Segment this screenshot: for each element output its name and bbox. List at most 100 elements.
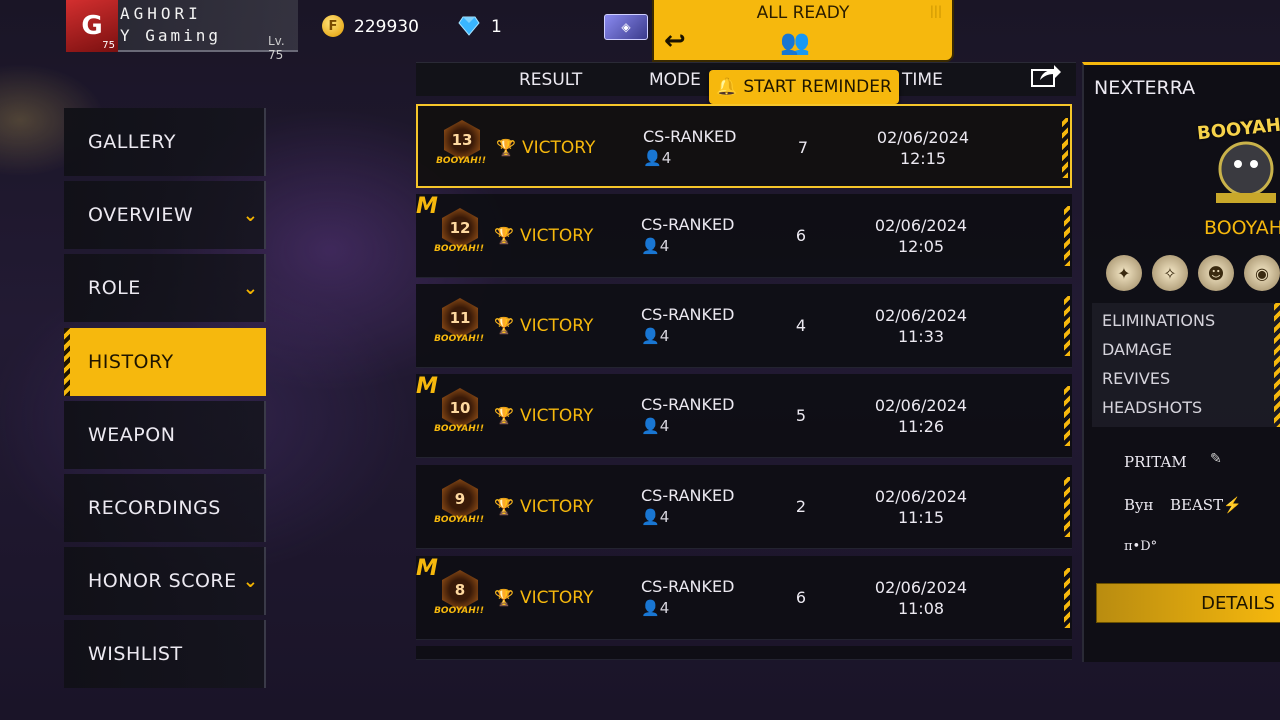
sidebar-item-label: GALLERY: [88, 131, 176, 153]
table-row[interactable]: M 10 BOOYAH!! 🏆 VICTORY CS-RANKED 👤4 5 0…: [416, 374, 1072, 458]
player-count-value: 4: [659, 508, 670, 526]
sidebar-item-label: OVERVIEW: [88, 204, 194, 226]
return-icon[interactable]: ↩: [664, 26, 686, 56]
match-date: 02/06/2024: [874, 216, 968, 235]
teammate-name[interactable]: BEAST⚡: [1170, 496, 1242, 514]
honor-medal-icon[interactable]: ✦: [1106, 255, 1142, 291]
sidebar-item-label: RECORDINGS: [88, 497, 221, 519]
honor-medal-icon[interactable]: ✧: [1152, 255, 1188, 291]
match-time: 11:08: [897, 599, 945, 618]
rank-medal: 8 BOOYAH!!: [430, 570, 488, 624]
player-count: 👤4: [641, 508, 669, 526]
details-label: DETAILS: [1201, 592, 1275, 614]
rank-number: 10: [442, 388, 478, 428]
row-stripe: [1064, 477, 1070, 537]
kill-count: 4: [795, 316, 807, 335]
person-icon: 👤: [641, 417, 660, 435]
table-row[interactable]: 9 BOOYAH!! 🏆 VICTORY CS-RANKED 👤4 2 02/0…: [416, 465, 1072, 549]
sidebar-item-overview[interactable]: OVERVIEW ⌄: [64, 181, 266, 249]
sidebar-item-gallery[interactable]: GALLERY: [64, 108, 266, 176]
all-ready-button[interactable]: ALL READY ↩ 👥 |||: [652, 0, 954, 62]
rank-badge-letter: G: [81, 11, 103, 41]
match-result-label: BOOYAH: [1204, 217, 1280, 239]
grip-icon: |||: [929, 4, 942, 18]
sidebar-item-role[interactable]: ROLE ⌄: [64, 254, 266, 322]
top-bar: G 75 AGHORI Y Gaming Lv. 75 F 229930 1 ◈…: [0, 0, 1280, 62]
match-mode: CS-RANKED: [641, 395, 735, 414]
squad-icon: 👥: [780, 28, 810, 56]
table-row-partial: [416, 646, 1072, 660]
honor-medal-icon[interactable]: ◉: [1244, 255, 1280, 291]
booyah-caption: BOOYAH!!: [434, 606, 484, 616]
kill-count: 5: [795, 406, 807, 425]
rank-number: 13: [444, 120, 480, 160]
start-reminder-label: START REMINDER: [743, 77, 892, 97]
gold-coin-icon: F: [322, 15, 344, 37]
teammate-name[interactable]: Byн: [1124, 496, 1154, 514]
rank-medal: 11 BOOYAH!!: [430, 298, 488, 352]
sidebar-item-wishlist[interactable]: WISHLIST: [64, 620, 266, 688]
person-icon: 👤: [641, 599, 660, 617]
membership-card-icon[interactable]: ◈: [604, 14, 648, 40]
share-icon[interactable]: [1030, 62, 1064, 90]
stats-stripe: [1274, 303, 1280, 427]
match-mode: CS-RANKED: [641, 577, 735, 596]
kill-count: 6: [795, 226, 807, 245]
start-reminder-button[interactable]: 🔔 START REMINDER: [709, 70, 899, 104]
match-date: 02/06/2024: [874, 396, 968, 415]
rank-number: 12: [442, 208, 478, 248]
header-result: RESULT: [519, 70, 583, 90]
stat-revives: REVIVES: [1102, 369, 1171, 388]
player-profile[interactable]: G 75 AGHORI Y Gaming Lv. 75: [66, 0, 298, 62]
match-result: VICTORY: [520, 406, 594, 426]
player-name-line1: AGHORI: [120, 4, 202, 23]
sidebar-item-recordings[interactable]: RECORDINGS: [64, 474, 266, 542]
teammate-name[interactable]: π•D°: [1124, 539, 1157, 554]
person-icon: 👤: [641, 327, 660, 345]
match-time: 11:15: [897, 508, 945, 527]
sidebar-item-label: HISTORY: [88, 351, 174, 373]
match-time: 12:05: [897, 237, 945, 256]
match-result: VICTORY: [520, 497, 594, 517]
match-date: 02/06/2024: [874, 578, 968, 597]
player-count: 👤4: [641, 327, 669, 345]
rank-badge-level: 75: [102, 40, 115, 51]
booyah-caption: BOOYAH!!: [434, 334, 484, 344]
row-stripe: [1064, 568, 1070, 628]
sidebar-item-weapon[interactable]: WEAPON: [64, 401, 266, 469]
stats-list: ELIMINATIONS DAMAGE REVIVES HEADSHOTS: [1092, 303, 1280, 427]
rank-medal: 9 BOOYAH!!: [430, 479, 488, 533]
player-count: 👤4: [643, 149, 671, 167]
trophy-icon: 🏆: [494, 497, 514, 516]
sidebar-item-history[interactable]: HISTORY: [64, 328, 266, 396]
match-date: 02/06/2024: [874, 487, 968, 506]
honor-medal-icon[interactable]: ☻: [1198, 255, 1234, 291]
rank-medal: 13 BOOYAH!!: [432, 120, 490, 174]
match-time: 11:33: [897, 327, 945, 346]
kill-count: 2: [795, 497, 807, 516]
rank-medal: 10 BOOYAH!!: [430, 388, 488, 442]
table-row[interactable]: M 12 BOOYAH!! 🏆 VICTORY CS-RANKED 👤4 6 0…: [416, 194, 1072, 278]
trophy-icon: 🏆: [496, 138, 516, 157]
table-row[interactable]: 13 BOOYAH!! 🏆 VICTORY CS-RANKED 👤4 7 02/…: [416, 104, 1072, 188]
match-date: 02/06/2024: [876, 128, 970, 147]
kill-count: 6: [795, 588, 807, 607]
trophy-icon: 🏆: [494, 406, 514, 425]
chevron-down-icon: ⌄: [242, 205, 258, 226]
player-count-value: 4: [659, 599, 670, 617]
table-row[interactable]: 11 BOOYAH!! 🏆 VICTORY CS-RANKED 👤4 4 02/…: [416, 284, 1072, 368]
rank-number: 8: [442, 570, 478, 610]
sidebar-item-honor-score[interactable]: HONOR SCORE ⌄: [64, 547, 266, 615]
trophy-icon: 🏆: [494, 588, 514, 607]
person-icon: 👤: [643, 149, 662, 167]
booyah-caption: BOOYAH!!: [434, 424, 484, 434]
diamond-icon[interactable]: [458, 16, 480, 36]
teammate-name[interactable]: PRITAM: [1124, 453, 1187, 471]
table-row[interactable]: M 8 BOOYAH!! 🏆 VICTORY CS-RANKED 👤4 6 02…: [416, 556, 1072, 640]
details-button[interactable]: DETAILS: [1096, 583, 1280, 623]
sidebar-item-label: WISHLIST: [88, 643, 183, 665]
player-count: 👤4: [641, 599, 669, 617]
chevron-down-icon: ⌄: [242, 278, 258, 299]
stat-damage: DAMAGE: [1102, 340, 1172, 359]
player-name-line2: Y Gaming: [120, 26, 222, 45]
